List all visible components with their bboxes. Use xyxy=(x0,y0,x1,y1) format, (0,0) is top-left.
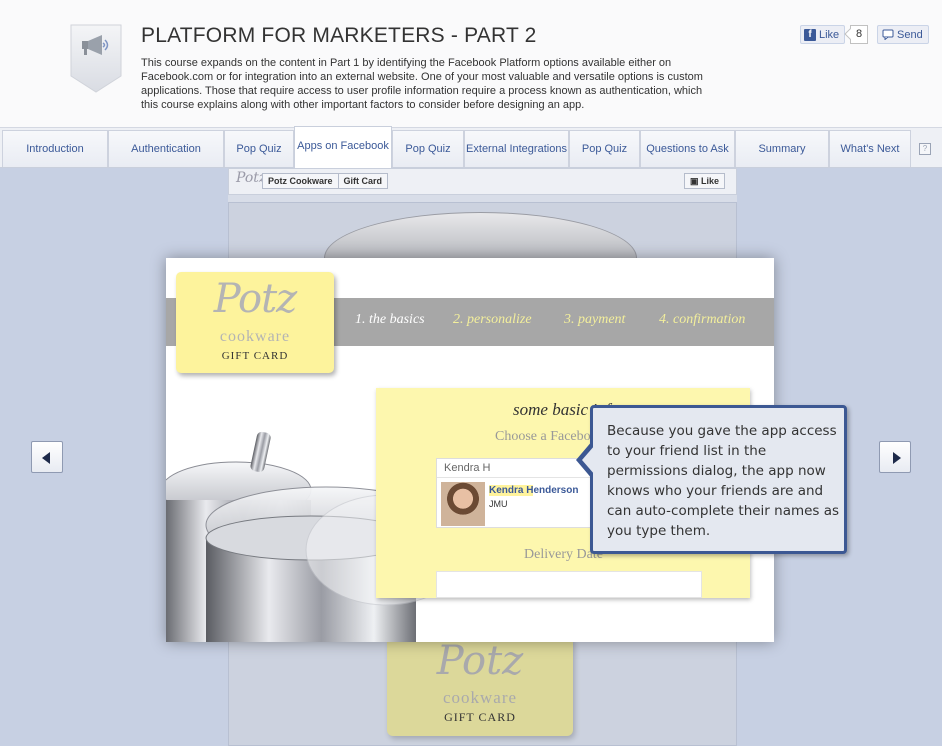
background-card-gift: GIFT CARD xyxy=(444,710,516,724)
course-description: This course expands on the content in Pa… xyxy=(141,57,703,111)
facebook-send-button[interactable]: Send xyxy=(877,25,929,44)
tab-authentication[interactable]: Authentication xyxy=(108,130,224,167)
step-the-basics: 1. the basics xyxy=(355,312,425,327)
background-card-sub: cookware xyxy=(442,688,518,707)
background-breadcrumb: Potz Cookware Gift Card xyxy=(262,173,389,189)
tab-pop-quiz-3[interactable]: Pop Quiz xyxy=(569,130,640,167)
course-header: PLATFORM FOR MARKETERS - PART 2 This cou… xyxy=(0,0,942,128)
course-tabs: Introduction Authentication Pop Quiz App… xyxy=(0,126,942,168)
callout-pointer-fill xyxy=(582,445,595,475)
send-label: Send xyxy=(897,28,923,41)
callout-text: Because you gave the app access to your … xyxy=(607,423,840,539)
name-rest: enderson xyxy=(533,485,579,496)
friend-avatar xyxy=(441,482,485,526)
tab-external-integrations[interactable]: External Integrations xyxy=(464,130,569,167)
card-logo: Potz xyxy=(213,276,298,322)
background-gift-card: Potz cookware GIFT CARD xyxy=(387,636,573,736)
course-title: PLATFORM FOR MARKETERS - PART 2 xyxy=(141,24,537,47)
friend-network: JMU xyxy=(489,499,508,509)
tab-summary[interactable]: Summary xyxy=(735,130,829,167)
tab-whats-next[interactable]: What's Next xyxy=(829,130,911,167)
explanation-callout: Because you gave the app access to your … xyxy=(590,405,847,554)
breadcrumb-item: Potz Cookware xyxy=(268,176,333,186)
tab-apps-on-facebook[interactable]: Apps on Facebook xyxy=(294,126,392,168)
like-label: Like xyxy=(819,28,840,41)
tab-questions-to-ask[interactable]: Questions to Ask xyxy=(640,130,735,167)
card-sub: cookware xyxy=(219,328,291,345)
step-personalize: 2. personalize xyxy=(453,312,532,327)
name-match-highlight: Kendra H xyxy=(489,485,534,496)
like-count: 8 xyxy=(850,25,869,44)
delivery-date-input[interactable] xyxy=(436,571,702,598)
friend-name: Kendra Henderson xyxy=(489,485,578,496)
background-like-label: Like xyxy=(701,176,720,186)
gift-card-logo: Potz cookware GIFT CARD xyxy=(176,272,334,373)
friend-input-value: Kendra H xyxy=(444,462,491,474)
facebook-logo-icon: f xyxy=(804,28,816,41)
tab-pop-quiz-1[interactable]: Pop Quiz xyxy=(224,130,294,167)
arrow-left-icon xyxy=(42,452,50,464)
megaphone-icon xyxy=(70,24,122,93)
next-button[interactable] xyxy=(879,441,911,473)
step-confirmation: 4. confirmation xyxy=(659,312,746,327)
tab-pop-quiz-2[interactable]: Pop Quiz xyxy=(392,130,464,167)
help-icon[interactable]: ? xyxy=(919,143,931,155)
previous-button[interactable] xyxy=(31,441,63,473)
tab-introduction[interactable]: Introduction xyxy=(2,130,108,167)
background-like-button: ▣ Like xyxy=(684,173,726,189)
thumbs-up-icon: ▣ xyxy=(690,176,699,186)
speech-bubble-icon xyxy=(882,29,894,40)
arrow-right-icon xyxy=(893,452,901,464)
card-gift: GIFT CARD xyxy=(221,350,289,362)
facebook-like-button[interactable]: f Like xyxy=(800,25,846,44)
breadcrumb-item: Gift Card xyxy=(337,174,388,188)
step-payment: 3. payment xyxy=(564,312,626,327)
background-card-logo: Potz xyxy=(436,638,524,684)
